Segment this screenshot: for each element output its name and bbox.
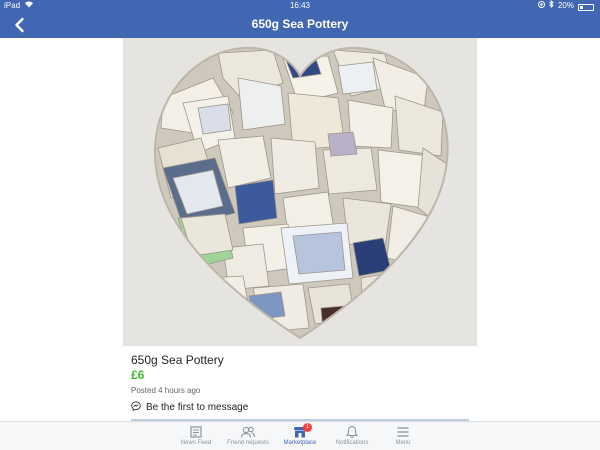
tab-label: Friend requests xyxy=(227,440,269,446)
tab-label: News Feed xyxy=(180,440,212,446)
bluetooth-icon xyxy=(549,0,554,12)
main-content: 650g Sea Pottery £6 Posted 4 hours ago B… xyxy=(0,38,600,422)
battery-percent: 20% xyxy=(557,1,574,10)
tab-label: Marketplace xyxy=(283,440,317,446)
tab-friend-requests[interactable]: Friend requests xyxy=(218,425,278,446)
page-title: 650g Sea Pottery xyxy=(251,17,349,31)
marketplace-badge: 1 xyxy=(303,423,312,432)
tab-menu[interactable]: Menu xyxy=(373,425,433,446)
tab-news-feed[interactable]: News Feed xyxy=(166,425,226,446)
listing-card: 650g Sea Pottery £6 Posted 4 hours ago B… xyxy=(123,38,477,422)
listing-posted-time: Posted 4 hours ago xyxy=(131,386,201,395)
listing-price: £6 xyxy=(131,368,145,382)
messenger-icon xyxy=(131,401,141,414)
nav-bar: 650g Sea Pottery xyxy=(0,12,600,38)
status-bar: iPad 16:43 20% xyxy=(0,0,600,12)
message-seller-button[interactable]: Be the first to message xyxy=(131,401,248,414)
bell-icon xyxy=(345,425,359,438)
tab-label: Menu xyxy=(395,440,411,446)
listing-title: 650g Sea Pottery xyxy=(131,353,224,367)
friend-requests-icon xyxy=(240,426,256,438)
clock: 16:43 xyxy=(289,1,311,10)
location-icon xyxy=(537,0,545,12)
listing-photo[interactable] xyxy=(123,38,477,346)
news-feed-icon xyxy=(190,426,202,438)
message-prompt: Be the first to message xyxy=(146,402,249,413)
battery-icon xyxy=(578,3,594,11)
tab-bar: News Feed Friend requests 1 Marketplace … xyxy=(0,421,600,450)
tab-marketplace[interactable]: 1 Marketplace xyxy=(270,423,330,446)
menu-icon xyxy=(397,427,409,437)
